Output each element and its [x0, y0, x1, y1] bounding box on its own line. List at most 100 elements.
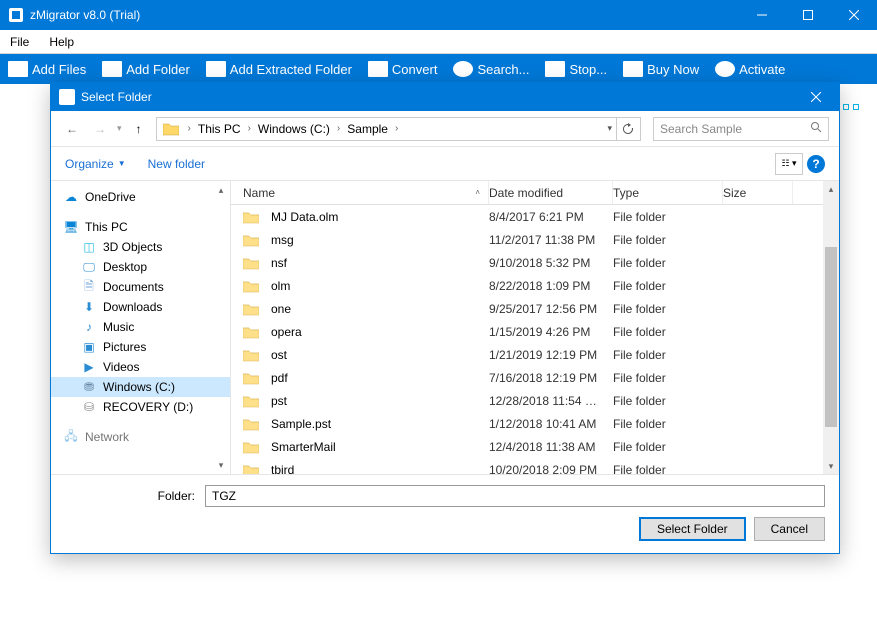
list-row[interactable]: msg11/2/2017 11:38 PMFile folder: [231, 228, 839, 251]
command-bar: Organize▼ New folder ☷ ▾ ?: [51, 147, 839, 181]
tree-videos[interactable]: ▶Videos: [51, 357, 230, 377]
toolbar-add-folder[interactable]: Add Folder: [94, 54, 198, 84]
item-date: 8/4/2017 6:21 PM: [489, 210, 613, 224]
list-row[interactable]: opera1/15/2019 4:26 PMFile folder: [231, 320, 839, 343]
nav-history-dropdown[interactable]: ▾: [117, 123, 122, 134]
refresh-button[interactable]: [616, 118, 638, 140]
tree-windowsc[interactable]: ⛃Windows (C:): [51, 377, 230, 397]
nav-back-button[interactable]: ←: [61, 118, 83, 140]
header-name[interactable]: Name˄: [231, 181, 489, 204]
list-row[interactable]: ost1/21/2019 12:19 PMFile folder: [231, 343, 839, 366]
folder-icon: [243, 463, 259, 475]
tree-network[interactable]: 🖧Network: [51, 427, 230, 447]
search-box[interactable]: Search Sample: [653, 117, 829, 141]
tree-downloads[interactable]: ⬇Downloads: [51, 297, 230, 317]
help-button[interactable]: ?: [807, 155, 825, 173]
crumb-folder[interactable]: Sample: [343, 122, 392, 136]
scroll-thumb[interactable]: [825, 247, 837, 427]
crumb-thispc[interactable]: This PC: [194, 122, 245, 136]
nav-up-button[interactable]: ↑: [128, 118, 150, 140]
folder-icon: [161, 120, 181, 138]
cube-icon: ◫: [81, 240, 97, 254]
tree-recoveryd[interactable]: ⛁RECOVERY (D:): [51, 397, 230, 417]
toolbar-convert[interactable]: Convert: [360, 54, 446, 84]
folder-icon: [243, 440, 259, 454]
breadcrumb[interactable]: › This PC › Windows (C:) › Sample › ▾: [156, 117, 641, 141]
item-name: pdf: [271, 371, 288, 385]
view-options-button[interactable]: ☷ ▾: [775, 153, 803, 175]
tree-desktop[interactable]: 🖵Desktop: [51, 257, 230, 277]
list-row[interactable]: pdf7/16/2018 12:19 PMFile folder: [231, 366, 839, 389]
download-icon: ⬇: [81, 300, 97, 314]
dialog-close-button[interactable]: [793, 82, 839, 112]
tree-music[interactable]: ♪Music: [51, 317, 230, 337]
tree-3dobjects[interactable]: ◫3D Objects: [51, 237, 230, 257]
item-date: 11/2/2017 11:38 PM: [489, 233, 613, 247]
list-row[interactable]: nsf9/10/2018 5:32 PMFile folder: [231, 251, 839, 274]
app-icon: [8, 7, 24, 23]
item-name: one: [271, 302, 291, 316]
toolbar-add-files[interactable]: Add Files: [0, 54, 94, 84]
scroll-down-icon[interactable]: ▾: [823, 458, 839, 474]
item-type: File folder: [613, 210, 723, 224]
list-row[interactable]: Sample.pst1/12/2018 10:41 AMFile folder: [231, 412, 839, 435]
dialog-titlebar: Select Folder: [51, 83, 839, 111]
search-placeholder: Search Sample: [660, 122, 742, 136]
monitor-icon: 🖥: [63, 220, 79, 234]
dialog-title: Select Folder: [81, 90, 152, 104]
item-date: 12/4/2018 11:38 AM: [489, 440, 613, 454]
select-folder-button[interactable]: Select Folder: [639, 517, 746, 541]
dialog-footer: Folder: Select Folder Cancel: [51, 474, 839, 553]
scroll-up-icon[interactable]: ▴: [823, 181, 839, 197]
item-date: 12/28/2018 11:54 …: [489, 394, 613, 408]
list-scrollbar[interactable]: ▴ ▾: [823, 181, 839, 474]
pictures-icon: ▣: [81, 340, 97, 354]
toolbar-search[interactable]: Search...: [445, 54, 537, 84]
nav-forward-button[interactable]: →: [89, 118, 111, 140]
search-icon: [810, 121, 822, 136]
menu-file[interactable]: File: [0, 32, 39, 52]
toolbar-stop[interactable]: Stop...: [537, 54, 615, 84]
item-name: MJ Data.olm: [271, 210, 338, 224]
item-date: 9/10/2018 5:32 PM: [489, 256, 613, 270]
item-date: 10/20/2018 2:09 PM: [489, 463, 613, 475]
organize-button[interactable]: Organize▼: [65, 157, 126, 171]
app-titlebar: zMigrator v8.0 (Trial): [0, 0, 877, 30]
tree-onedrive[interactable]: ☁OneDrive: [51, 187, 230, 207]
tree-thispc[interactable]: 🖥This PC: [51, 217, 230, 237]
new-folder-button[interactable]: New folder: [148, 157, 205, 171]
tree-scroll-up[interactable]: ▴: [214, 183, 228, 197]
list-row[interactable]: tbird10/20/2018 2:09 PMFile folder: [231, 458, 839, 474]
tree-documents[interactable]: 🗎Documents: [51, 277, 230, 297]
music-icon: ♪: [81, 320, 97, 334]
list-row[interactable]: MJ Data.olm 8/4/2017 6:21 PMFile folder: [231, 205, 839, 228]
header-size[interactable]: Size: [723, 181, 793, 204]
cancel-button[interactable]: Cancel: [754, 517, 825, 541]
menu-help[interactable]: Help: [39, 32, 84, 52]
close-button[interactable]: [831, 0, 877, 30]
toolbar-buy[interactable]: Buy Now: [615, 54, 707, 84]
list-row[interactable]: olm8/22/2018 1:09 PMFile folder: [231, 274, 839, 297]
maximize-button[interactable]: [785, 0, 831, 30]
desktop-icon: 🖵: [81, 260, 97, 274]
list-row[interactable]: SmarterMail 12/4/2018 11:38 AMFile folder: [231, 435, 839, 458]
header-date[interactable]: Date modified: [489, 181, 613, 204]
header-type[interactable]: Type: [613, 181, 723, 204]
item-date: 1/12/2018 10:41 AM: [489, 417, 613, 431]
tree-scroll-down[interactable]: ▾: [214, 458, 228, 472]
toolbar-add-extracted[interactable]: Add Extracted Folder: [198, 54, 360, 84]
list-row[interactable]: pst12/28/2018 11:54 …File folder: [231, 389, 839, 412]
folder-icon: [243, 371, 259, 385]
folder-icon: [243, 233, 259, 247]
breadcrumb-dropdown-icon[interactable]: ▾: [603, 123, 616, 134]
folder-icon: [243, 417, 259, 431]
folder-input[interactable]: [205, 485, 825, 507]
minimize-button[interactable]: [739, 0, 785, 30]
crumb-drive[interactable]: Windows (C:): [254, 122, 334, 136]
list-row[interactable]: one9/25/2017 12:56 PMFile folder: [231, 297, 839, 320]
toolbar-activate[interactable]: Activate: [707, 54, 793, 84]
item-type: File folder: [613, 440, 723, 454]
tree-pictures[interactable]: ▣Pictures: [51, 337, 230, 357]
item-name: Sample.pst: [271, 417, 331, 431]
item-name: SmarterMail: [271, 440, 336, 454]
